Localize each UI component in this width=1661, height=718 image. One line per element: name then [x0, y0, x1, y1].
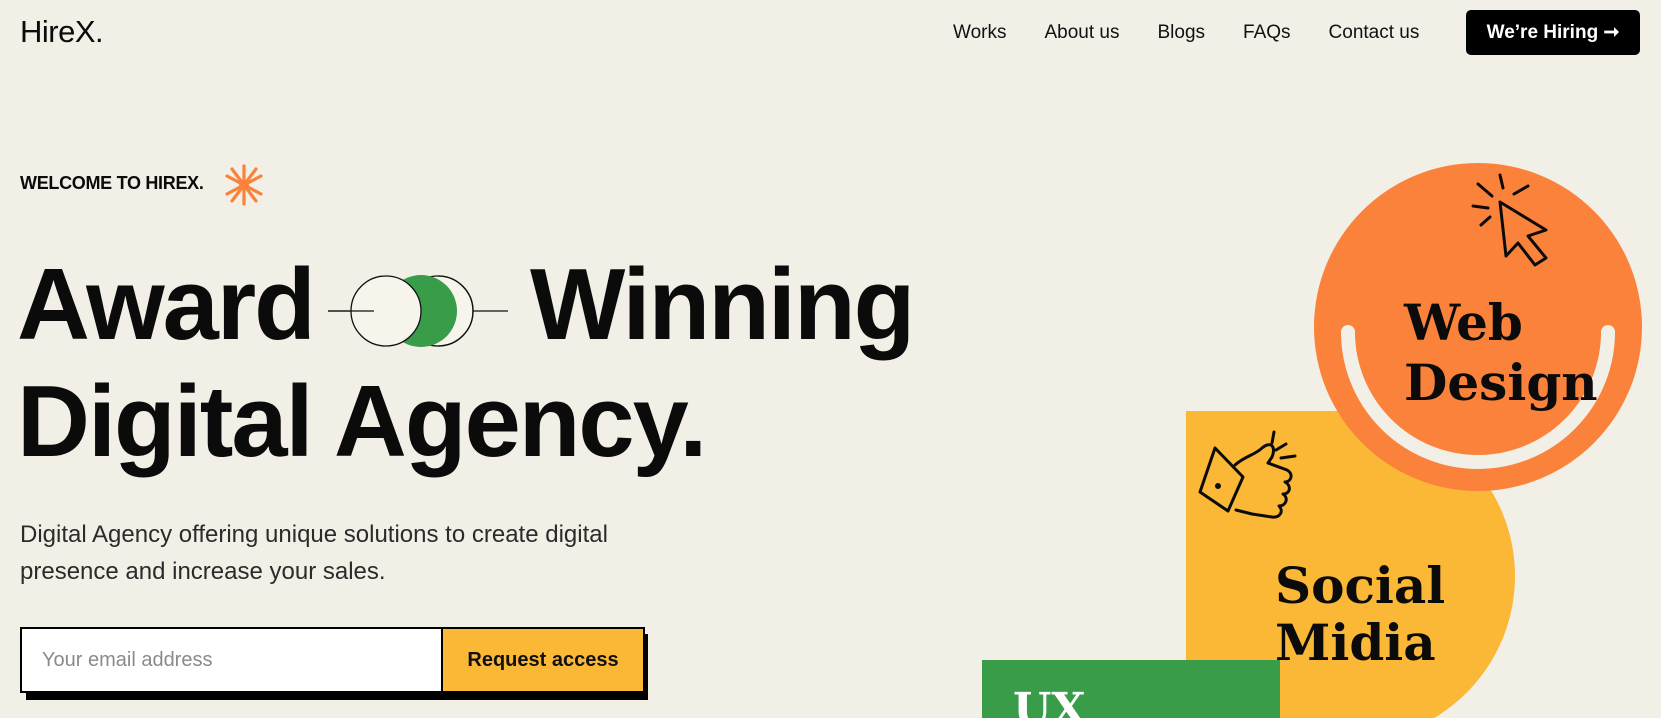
nav-link-faqs[interactable]: FAQs [1243, 21, 1291, 45]
logo[interactable]: HireX. [20, 14, 104, 50]
nav-link-blogs[interactable]: Blogs [1157, 21, 1205, 45]
nav-link-contact-us[interactable]: Contact us [1329, 21, 1420, 45]
web-design-line1: Web [1403, 293, 1523, 352]
request-access-button[interactable]: Request access [441, 629, 643, 691]
headline-award: Award [17, 249, 316, 361]
nav-link-works[interactable]: Works [953, 21, 1006, 45]
main-nav: Works About us Blogs FAQs Contact us [953, 21, 1419, 45]
social-media-line2: Midia [1275, 613, 1436, 672]
ux-card-label: UX [1013, 684, 1086, 718]
hero-subtitle: Digital Agency offering unique solutions… [20, 521, 608, 585]
headline-winning: Winning [530, 249, 915, 361]
thumbs-up-icon [1198, 430, 1297, 519]
headline-digital-agency: Digital Agency. [17, 366, 707, 478]
sparkle-star-icon [225, 164, 263, 206]
signup-form: Request access [20, 627, 645, 693]
nav-link-about-us[interactable]: About us [1044, 21, 1119, 45]
cursor-click-icon [1471, 173, 1548, 267]
social-media-line1: Social [1275, 556, 1445, 615]
overlapping-circles-icon [328, 275, 508, 347]
email-input[interactable] [22, 629, 441, 691]
web-design-line2: Design [1404, 353, 1598, 412]
welcome-eyebrow: WELCOME TO HIREX. [20, 173, 204, 193]
hiring-button[interactable]: We’re Hiring ➞ [1466, 10, 1640, 55]
